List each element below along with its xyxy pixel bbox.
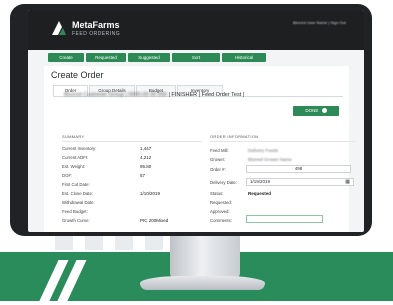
grower-label: Grower: [210,157,226,162]
summary-label: SUMMARY [62,134,85,139]
calendar-icon[interactable]: ▦ [345,179,350,185]
summary-value-current-adfi: 4,212 [140,155,152,160]
order-heading: Blurred Customer Group | 0000-00 00 000 … [64,92,244,98]
summary-label-est-close-date: Est. Close Date: [62,191,94,196]
done-label: DONE [305,108,319,113]
requested-label: Requested: [210,200,232,205]
order-number-field[interactable]: 498 [246,165,351,173]
user-info[interactable]: Blurred User Name | Sign Out [293,20,346,25]
nav-sort[interactable]: Sort [172,53,220,62]
nav-suggested[interactable]: Suggested [128,53,170,62]
order-info-label: ORDER INFORMATION [210,134,259,139]
summary-label-dof: DOF: [62,173,73,178]
done-button[interactable]: DONE [293,106,339,116]
monitor-stand-neck [170,235,240,279]
decorative-pattern [55,236,185,250]
status-label: Status: [210,191,224,196]
order-number-label: Order #: [210,167,226,172]
summary-value-est-weight: 95.80 [140,164,152,169]
status-value: Requested [248,191,272,196]
approved-label: Approved: [210,209,230,214]
summary-value-growth-curve: PIC 200Mixed [140,218,169,223]
summary-label-est-weight: Est. Weight: [62,164,86,169]
page-title: Create Order [51,70,104,80]
comments-input[interactable] [246,215,323,223]
check-circle-icon [321,108,327,114]
monitor-stand-base [140,276,265,290]
summary-label-growth-curve: Growth Curve: [62,218,90,223]
order-heading-text: | FINISHER | Feed Order Test | [168,92,245,98]
order-heading-customer: Blurred Customer Group | 0000-00 00 000 [64,92,167,98]
summary-label-current-adfi: Current ADFI: [62,155,89,160]
brand-name: MetaFarms [72,20,120,30]
nav-historical[interactable]: Historical [222,53,266,62]
nav-requested[interactable]: Requested [86,53,126,62]
app-header: MetaFarms FEED ORDERING Blurred User Nam… [28,10,364,50]
summary-value-est-close-date: 1/10/2019 [140,191,161,196]
summary-label-first-cut-date: First Cut Date: [62,182,90,187]
delivery-date-value: 1/19/2019 [250,179,271,184]
main-nav: Create Order Requested Suggested Sort Hi… [48,53,266,69]
delivery-date-field[interactable]: 1/19/2019 ▦ [246,178,354,186]
monitor-screen: MetaFarms FEED ORDERING Blurred User Nam… [28,10,364,232]
summary-value-current-inventory: 1,447 [140,146,152,151]
summary-value-dof: 57 [140,173,146,178]
summary-label-current-inventory: Current Inventory: [62,146,97,151]
summary-label-feed-budget: Feed Budget: [62,209,88,214]
nav-create-order[interactable]: Create Order [48,53,84,69]
metafarms-logo-icon [52,21,66,35]
order-info-rule [210,141,355,142]
delivery-date-label: Delivery Date: [210,180,237,185]
feed-mill-value: Delivery Feeds [248,148,279,153]
summary-rule [62,141,202,142]
summary-label-withdrawal-date: Withdrawal Date: [62,200,95,205]
brand-subtitle: FEED ORDERING [72,31,121,37]
feed-mill-label: Feed Mill: [210,148,229,153]
comments-label: Comments: [210,218,232,223]
grower-value: Blurred Grower Name [248,157,292,162]
